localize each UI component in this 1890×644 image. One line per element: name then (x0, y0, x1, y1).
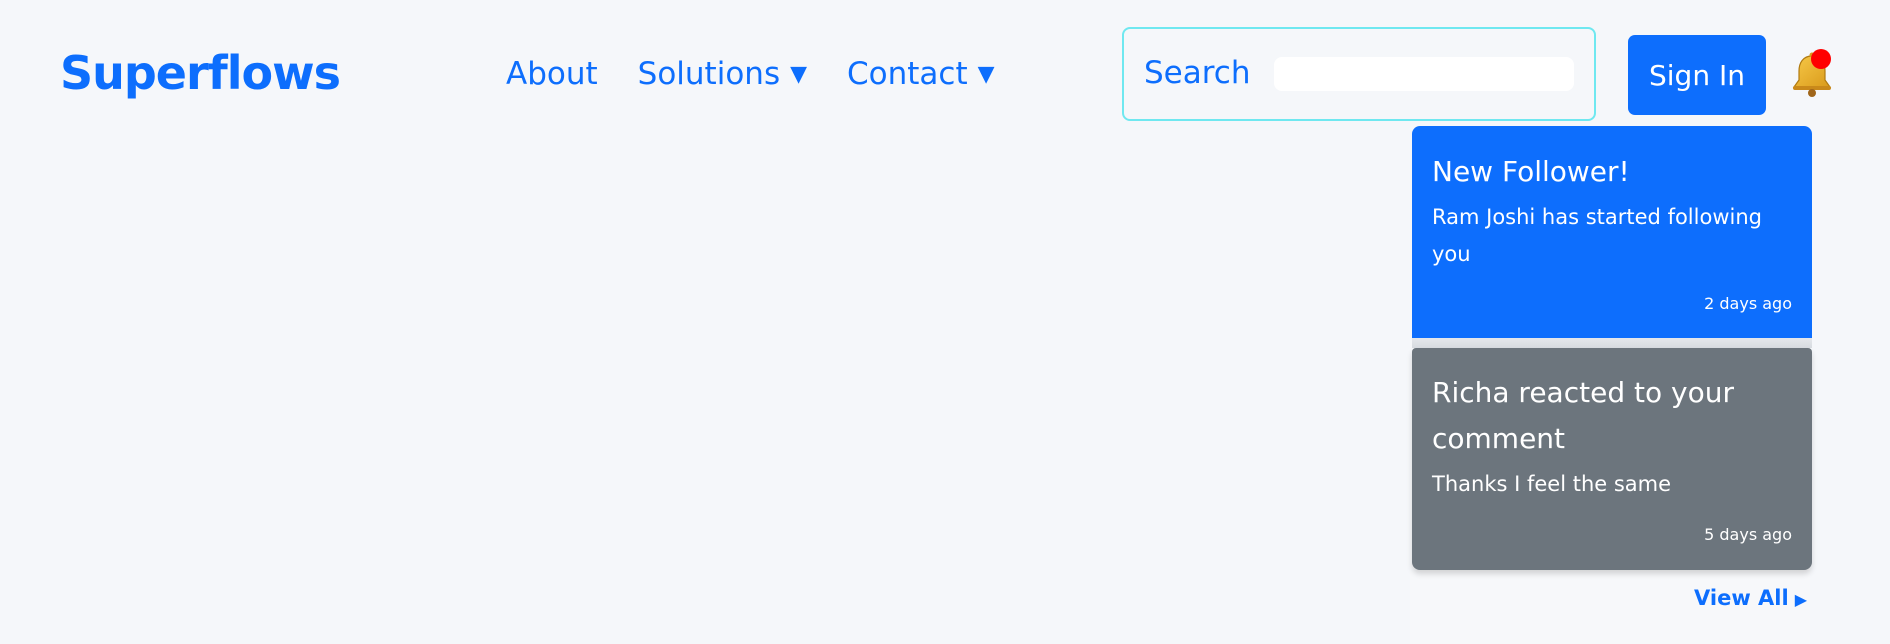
nav-link-about[interactable]: About (506, 56, 598, 92)
notification-title: Richa reacted to your comment (1432, 376, 1734, 455)
view-all-label: View All (1694, 586, 1789, 610)
nav-link-contact[interactable]: Contact ▼ (847, 56, 995, 92)
nav-links: About Solutions ▼ Contact ▼ (506, 56, 995, 92)
brand-logo[interactable]: Superflows (60, 46, 341, 100)
notification-time: 2 days ago (1704, 294, 1792, 313)
notification-time: 5 days ago (1704, 525, 1792, 544)
nav-link-contact-label: Contact (847, 56, 968, 92)
search-label: Search (1144, 55, 1251, 91)
nav-link-solutions[interactable]: Solutions ▼ (638, 56, 807, 92)
nav-link-solutions-label: Solutions (637, 56, 781, 92)
sign-in-button[interactable]: Sign In (1628, 35, 1766, 115)
divider (1412, 338, 1812, 348)
chevron-down-icon: ▼ (977, 61, 995, 87)
notification-body: Thanks I feel the same (1432, 472, 1672, 496)
unread-badge (1811, 49, 1831, 69)
play-arrow-icon: ▶ (1794, 590, 1807, 609)
view-all-link[interactable]: View All ▶ (1694, 586, 1807, 610)
search-form: Search (1122, 27, 1596, 121)
notification-body: Ram Joshi has started following you (1432, 205, 1762, 266)
notification-item[interactable]: New Follower! Ram Joshi has started foll… (1412, 126, 1812, 338)
notification-title: New Follower! (1432, 155, 1630, 188)
search-input[interactable] (1274, 57, 1574, 91)
nav-link-about-label: About (506, 56, 598, 92)
chevron-down-icon: ▼ (790, 61, 808, 87)
notifications-dropdown: New Follower! Ram Joshi has started foll… (1410, 126, 1812, 644)
notification-item[interactable]: Richa reacted to your comment Thanks I f… (1412, 348, 1812, 570)
notification-bell-button[interactable] (1790, 49, 1834, 100)
